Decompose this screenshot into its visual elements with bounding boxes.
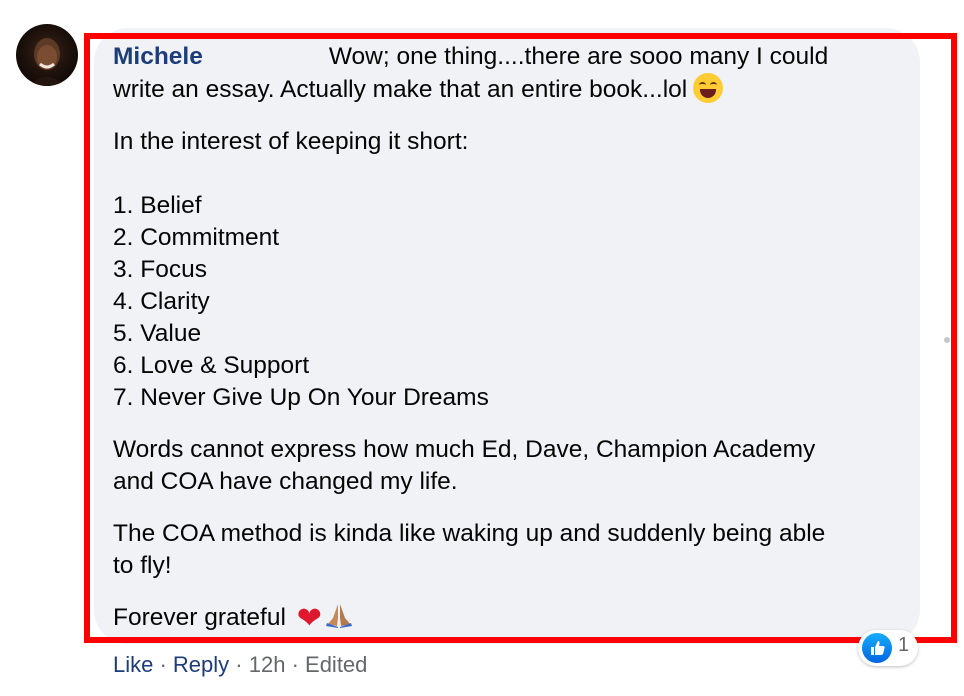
paragraph-2-line-1: The COA method is kinda like waking up a… (113, 520, 826, 547)
list-item: 1. Belief (113, 192, 202, 219)
timestamp[interactable]: 12h (249, 652, 286, 677)
paragraph-1-line-1: Words cannot express how much Ed, Dave, … (113, 436, 816, 463)
reaction-count: 1 (898, 634, 910, 656)
separator: · (285, 652, 306, 677)
separator: · (229, 652, 249, 677)
praying-hands-icon (325, 604, 352, 628)
comment-body: Michele Wow; one thing....there are sooo … (113, 41, 913, 635)
list-item: 7. Never Give Up On Your Dreams (113, 384, 489, 411)
avatar[interactable] (16, 24, 78, 86)
edited-label[interactable]: Edited (305, 652, 367, 677)
closing-line: Forever grateful ❤ (113, 602, 913, 635)
closing-text: Forever grateful (113, 604, 286, 631)
laughing-emoji-icon (693, 73, 724, 103)
paragraph-1-line-2: and COA have changed my life. (113, 468, 458, 495)
author-name[interactable]: Michele (113, 43, 203, 70)
like-link[interactable]: Like (113, 652, 153, 677)
list-item: 2. Commitment (113, 224, 280, 251)
paragraph-2-line-2: to fly! (113, 552, 172, 579)
comment-list: 1. Belief 2. Commitment 3. Focus 4. Clar… (113, 190, 913, 414)
list-item: 6. Love & Support (113, 352, 310, 379)
list-item: 5. Value (113, 320, 202, 347)
like-reaction-icon (862, 633, 892, 663)
comment-first-line: Michele Wow; one thing....there are sooo … (113, 41, 913, 73)
comment-text-line-2: write an essay. Actually make that an en… (113, 76, 688, 103)
comment-text-line-1: Wow; one thing....there are sooo many I … (328, 43, 829, 70)
reply-link[interactable]: Reply (173, 652, 229, 677)
comment-actions: Like · Reply · 12h · Edited (113, 651, 367, 679)
profile-photo (28, 38, 66, 86)
comment-second-line: write an essay. Actually make that an en… (113, 73, 913, 106)
list-item: 3. Focus (113, 256, 207, 283)
heart-emoji-icon: ❤ (296, 602, 322, 635)
reaction-summary[interactable]: 1 (858, 630, 918, 666)
list-item: 4. Clarity (113, 288, 210, 315)
separator: · (153, 652, 173, 677)
comment-intro: In the interest of keeping it short: (113, 128, 469, 155)
scroll-indicator (944, 337, 950, 343)
